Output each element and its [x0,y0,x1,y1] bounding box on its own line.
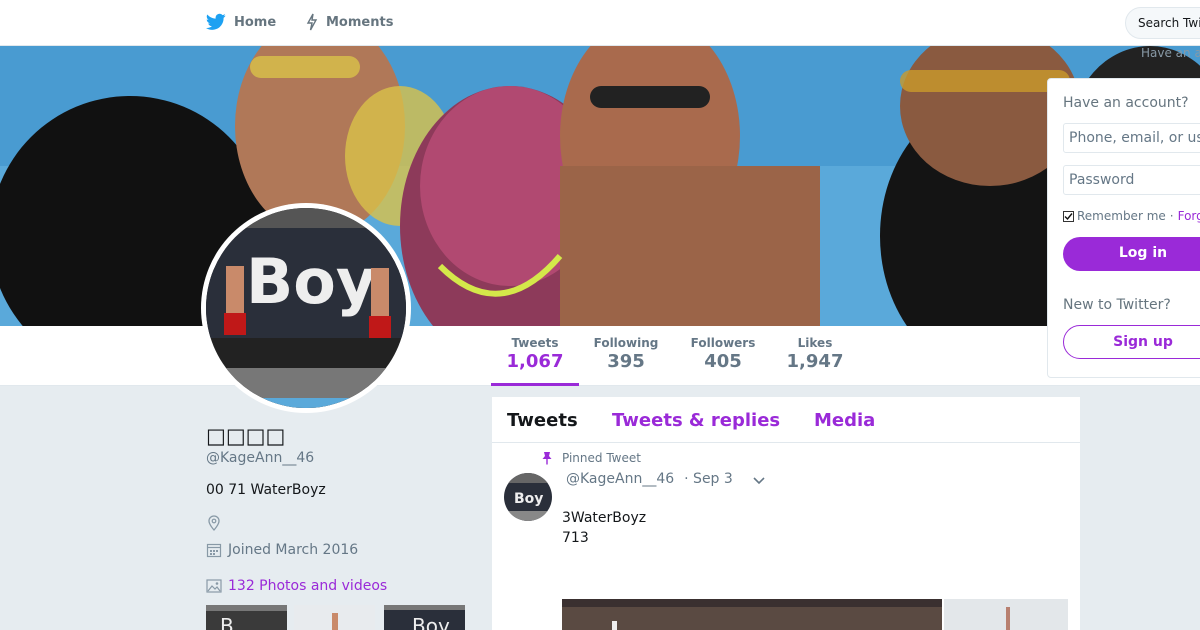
stat-tweets[interactable]: Tweets 1,067 [491,336,579,386]
login-button[interactable]: Log in [1063,237,1200,271]
profile-handle[interactable]: @KageAnn__46 [206,450,314,466]
login-question: Have an account? [1063,95,1189,111]
stat-followers[interactable]: Followers 405 [686,336,760,372]
pinned-indicator: Pinned Tweet [542,451,641,465]
remember-label: Remember me [1077,209,1166,223]
stat-following[interactable]: Following 395 [588,336,664,372]
stat-followers-label: Followers [690,336,756,350]
chevron-down-icon[interactable] [750,473,768,487]
tab-tweets[interactable]: Tweets [507,410,578,431]
top-nav: Home Moments Search Twi [0,0,1200,46]
nav-moments[interactable]: Moments [306,13,393,31]
signup-button[interactable]: Sign up [1063,325,1200,359]
have-account-hint: Have an a [1141,46,1200,60]
remember-checkbox[interactable] [1063,210,1074,222]
tweet-media-image[interactable] [562,599,942,630]
nav-home[interactable]: Home [206,13,276,31]
forgot-password-link[interactable]: Forg [1178,209,1200,223]
photos-link-label: 132 Photos and videos [228,578,388,594]
location-icon [208,515,220,531]
tab-media[interactable]: Media [814,410,875,431]
pinned-label: Pinned Tweet [562,451,641,465]
profile-bio: 00 71 WaterBoyz [206,482,326,498]
remember-separator: · [1169,209,1174,223]
tweet-media-image[interactable] [944,599,1068,630]
svg-text:Boy: Boy [246,245,376,318]
tweet-handle[interactable]: @KageAnn__46 [566,471,674,487]
photo-thumbnail[interactable]: Boy [384,605,465,630]
tweet-date[interactable]: · Sep 3 [684,471,733,487]
pin-icon [542,452,552,465]
twitter-bird-icon [206,13,226,30]
username-field[interactable]: Phone, email, or us [1063,123,1200,153]
stat-likes-label: Likes [797,336,833,350]
tweet-text-line: 713 [562,530,589,546]
svg-text:Boy: Boy [412,614,450,630]
stat-likes[interactable]: Likes 1,947 [783,336,847,372]
tweet-header: @KageAnn__46 · Sep 3 [566,471,733,487]
tab-tweets-and-replies[interactable]: Tweets & replies [612,410,780,431]
timeline: Tweets Tweets & replies Media Pinned Twe… [492,397,1080,630]
profile-name[interactable]: □□□□ [206,424,285,448]
tweet-text-line: 3WaterBoyz [562,510,647,526]
remember-me-row: Remember me · Forg [1063,209,1200,223]
checkmark-icon [1064,212,1073,220]
photo-thumbnail[interactable]: B [206,605,287,630]
stat-tweets-value: 1,067 [506,351,564,372]
lightning-icon [306,13,318,31]
stat-following-value: 395 [607,351,645,372]
nav-moments-label: Moments [326,14,394,30]
profile-banner [0,46,1200,326]
svg-text:Boy: Boy [514,491,543,507]
svg-text:B: B [220,614,234,630]
profile-joined: Joined March 2016 [206,542,358,558]
joined-text: Joined March 2016 [228,542,359,558]
calendar-icon [206,543,222,558]
photo-thumbnail[interactable] [294,605,375,630]
image-icon [206,579,222,593]
stat-tweets-label: Tweets [511,336,559,350]
stat-likes-value: 1,947 [786,351,844,372]
timeline-tabs: Tweets Tweets & replies Media [492,397,1080,443]
stat-following-label: Following [593,336,659,350]
new-to-twitter-label: New to Twitter? [1063,297,1171,313]
password-field[interactable]: Password [1063,165,1200,195]
login-panel: Have an account? Phone, email, or us Pas… [1047,78,1200,378]
profile-nav-bar: Tweets 1,067 Following 395 Followers 405… [0,326,1200,386]
nav-home-label: Home [234,14,277,30]
tweet-avatar[interactable]: Boy [504,473,552,521]
search-input[interactable]: Search Twi [1125,7,1200,39]
profile-avatar[interactable]: Boy [201,203,411,413]
stat-followers-value: 405 [704,351,742,372]
photos-link[interactable]: 132 Photos and videos [206,578,387,594]
